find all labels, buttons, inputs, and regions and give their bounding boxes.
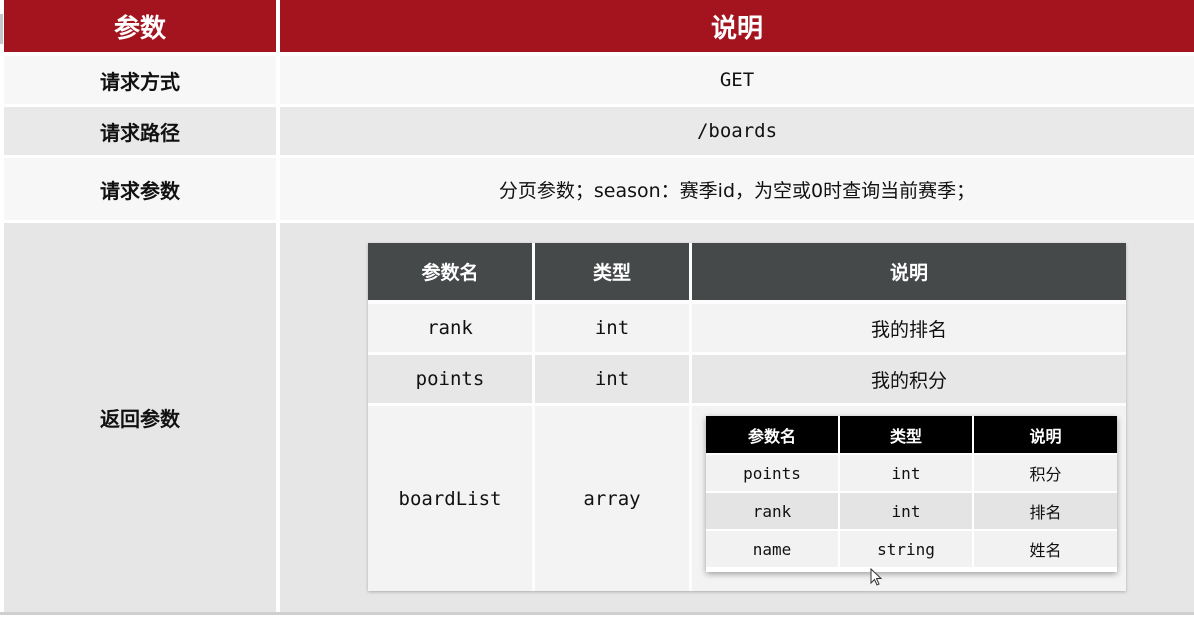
boardlist-header-type: 类型	[840, 416, 972, 453]
path-label: 请求路径	[4, 107, 276, 155]
response-header-desc: 说明	[692, 243, 1126, 300]
table-row-name-field: name	[706, 531, 838, 567]
mouse-pointer-icon	[870, 568, 883, 586]
left-edge-mark	[0, 14, 3, 44]
header-desc: 说明	[280, 0, 1194, 52]
table-row-boardlist-type: array	[535, 406, 689, 591]
table-row-rank-desc: 排名	[974, 493, 1117, 529]
boardlist-table: 参数名 类型 说明 points int 积分 rank int 排名 name…	[706, 416, 1117, 572]
table-row-rank-name: rank	[368, 304, 532, 352]
table-row-points-desc: 我的积分	[692, 355, 1126, 403]
table-row-points-field: points	[706, 455, 838, 491]
bottom-divider	[0, 612, 1194, 615]
params-value: 分页参数；season：赛季id，为空或0时查询当前赛季；	[280, 158, 1194, 220]
boardlist-header-desc: 说明	[974, 416, 1117, 453]
response-header-name: 参数名	[368, 243, 532, 300]
response-header-type: 类型	[535, 243, 689, 300]
table-row-name-desc: 姓名	[974, 531, 1117, 567]
method-value: GET	[280, 56, 1194, 104]
table-row-points-type: int	[840, 455, 972, 491]
table-row-rank-type: int	[840, 493, 972, 529]
table-row-rank-type: int	[535, 304, 689, 352]
table-row-name-type: string	[840, 531, 972, 567]
method-label: 请求方式	[4, 56, 276, 104]
path-value: /boards	[280, 107, 1194, 155]
header-param: 参数	[4, 0, 276, 52]
table-row-boardlist-name: boardList	[368, 406, 532, 591]
table-row-rank-field: rank	[706, 493, 838, 529]
table-row-points-name: points	[368, 355, 532, 403]
params-label: 请求参数	[4, 158, 276, 220]
table-row-points-desc: 积分	[974, 455, 1117, 491]
table-row-rank-desc: 我的排名	[692, 304, 1126, 352]
boardlist-header-name: 参数名	[706, 416, 838, 453]
table-row-points-type: int	[535, 355, 689, 403]
response-label: 返回参数	[4, 223, 276, 612]
